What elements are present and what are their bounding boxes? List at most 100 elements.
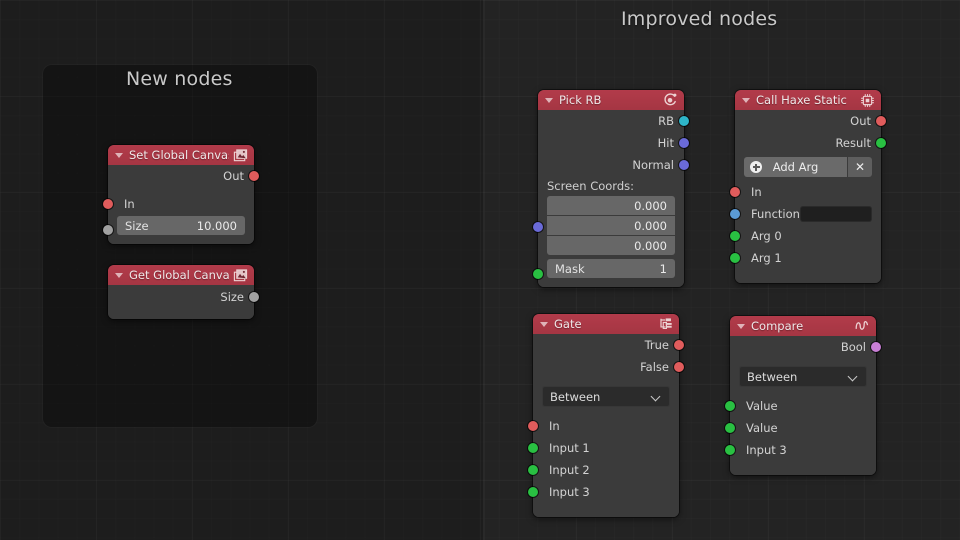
size-value-widget[interactable]: Size 10.000 bbox=[117, 216, 245, 235]
output-socket-normal[interactable] bbox=[679, 160, 689, 170]
add-arg-button[interactable]: Add Arg bbox=[744, 157, 847, 177]
vector-component-y[interactable]: 0.000 bbox=[547, 216, 675, 235]
collapse-triangle-icon[interactable] bbox=[115, 272, 123, 278]
mask-value-widget[interactable]: Mask 1 bbox=[547, 259, 675, 278]
socket-label: Out bbox=[223, 169, 244, 183]
node-header[interactable]: Set Global Canvas .. bbox=[108, 145, 254, 165]
node-body: Out In Size 10.000 bbox=[103, 165, 259, 244]
input-socket-input-1[interactable] bbox=[528, 443, 538, 453]
output-socket-rb[interactable] bbox=[679, 116, 689, 126]
output-socket-result[interactable] bbox=[876, 138, 886, 148]
collapse-triangle-icon[interactable] bbox=[115, 152, 123, 158]
node-header[interactable]: Get Global Canvas .. bbox=[108, 265, 254, 285]
socket-label: Size bbox=[220, 290, 244, 304]
output-socket-bool[interactable] bbox=[871, 342, 881, 352]
output-socket-row[interactable]: Bool bbox=[730, 336, 881, 358]
socket-label: Result bbox=[835, 136, 871, 150]
input-socket-row[interactable]: Value bbox=[725, 417, 876, 439]
new-nodes-group-frame bbox=[43, 65, 317, 427]
node-pick-rb[interactable]: Pick RB RB Hit Normal Screen Coords: 0.0… bbox=[533, 90, 689, 287]
collapse-triangle-icon[interactable] bbox=[742, 97, 750, 103]
output-socket-hit[interactable] bbox=[679, 138, 689, 148]
compare-operation-dropdown[interactable]: Between bbox=[739, 366, 867, 387]
collapse-triangle-icon[interactable] bbox=[540, 321, 548, 327]
node-compare[interactable]: Compare Bool Between Value Value Input 3 bbox=[725, 316, 881, 475]
add-arg-label: Add Arg bbox=[772, 160, 819, 174]
output-socket-false[interactable] bbox=[674, 362, 684, 372]
widget-value: 0.000 bbox=[634, 238, 667, 253]
input-socket-row[interactable]: In bbox=[103, 193, 254, 215]
node-body: Out Result Add Arg ✕ In Function Arg 0 A… bbox=[730, 110, 886, 283]
input-socket-in[interactable] bbox=[528, 421, 538, 431]
node-header[interactable]: Compare bbox=[730, 316, 876, 336]
widget-value: 1 bbox=[659, 261, 667, 276]
output-socket-size[interactable] bbox=[249, 292, 259, 302]
collapse-triangle-icon[interactable] bbox=[545, 97, 553, 103]
input-socket-in[interactable] bbox=[103, 199, 113, 209]
output-socket-row[interactable]: Normal bbox=[538, 154, 689, 176]
output-socket-row[interactable]: False bbox=[533, 356, 684, 378]
output-socket-row[interactable]: Out bbox=[108, 165, 259, 187]
output-socket-row[interactable]: Result bbox=[735, 132, 886, 154]
node-header[interactable]: Gate bbox=[533, 314, 679, 334]
input-socket-function[interactable] bbox=[730, 209, 740, 219]
input-socket-row[interactable]: In bbox=[730, 181, 881, 203]
socket-label: RB bbox=[658, 114, 674, 128]
input-socket-input-2[interactable] bbox=[528, 465, 538, 475]
output-socket-row[interactable]: Out bbox=[735, 110, 886, 132]
size-widget-wrap: Size 10.000 bbox=[103, 215, 254, 236]
input-socket-row[interactable]: Input 2 bbox=[528, 459, 679, 481]
vector-component-z[interactable]: 0.000 bbox=[547, 236, 675, 255]
output-socket-row[interactable]: True bbox=[533, 334, 684, 356]
node-title: Set Global Canvas .. bbox=[129, 148, 229, 162]
gate-operation-dropdown[interactable]: Between bbox=[542, 386, 670, 407]
input-socket-row[interactable]: In bbox=[528, 415, 679, 437]
output-socket-row[interactable]: RB bbox=[538, 110, 689, 132]
input-socket-value-2[interactable] bbox=[725, 423, 735, 433]
input-socket-mask[interactable] bbox=[533, 269, 543, 279]
input-socket-arg-1[interactable] bbox=[730, 253, 740, 263]
output-socket-true[interactable] bbox=[674, 340, 684, 350]
socket-label: Function bbox=[751, 207, 800, 221]
output-socket-row[interactable]: Size bbox=[108, 285, 259, 309]
node-call-haxe-static[interactable]: Call Haxe Static Out Result Add Arg ✕ In… bbox=[730, 90, 886, 283]
input-socket-in[interactable] bbox=[730, 187, 740, 197]
node-gate[interactable]: Gate True False Between In Input 1 Input… bbox=[528, 314, 684, 517]
output-socket-row[interactable]: Hit bbox=[538, 132, 689, 154]
output-socket-out[interactable] bbox=[249, 171, 259, 181]
widget-value: 0.000 bbox=[634, 198, 667, 213]
node-header[interactable]: Call Haxe Static bbox=[735, 90, 881, 110]
input-socket-input-3[interactable] bbox=[528, 487, 538, 497]
input-socket-screen-coords[interactable] bbox=[533, 222, 543, 232]
input-socket-row[interactable]: Value bbox=[725, 395, 876, 417]
function-input-row[interactable]: Function bbox=[730, 203, 881, 225]
add-arg-button-row: Add Arg ✕ bbox=[744, 157, 872, 177]
input-socket-row[interactable]: Input 3 bbox=[528, 481, 679, 503]
input-socket-row[interactable]: Input 1 bbox=[528, 437, 679, 459]
mask-widget-wrap: Mask 1 bbox=[533, 256, 684, 279]
input-socket-row[interactable]: Arg 1 bbox=[730, 247, 881, 269]
input-socket-arg-0[interactable] bbox=[730, 231, 740, 241]
image-icon bbox=[232, 147, 248, 163]
vector-component-x[interactable]: 0.000 bbox=[547, 196, 675, 215]
node-header[interactable]: Pick RB bbox=[538, 90, 684, 110]
socket-label: True bbox=[644, 338, 669, 352]
input-socket-value-1[interactable] bbox=[725, 401, 735, 411]
output-socket-out[interactable] bbox=[876, 116, 886, 126]
input-socket-size[interactable] bbox=[103, 225, 113, 235]
function-text-field[interactable] bbox=[799, 206, 872, 222]
node-set-global-canvas[interactable]: Set Global Canvas .. Out In bbox=[103, 145, 259, 244]
input-socket-row[interactable]: Input 3 bbox=[725, 439, 876, 461]
input-socket-input-3[interactable] bbox=[725, 445, 735, 455]
remove-arg-button[interactable]: ✕ bbox=[848, 157, 872, 177]
node-editor-canvas[interactable]: New nodes Improved nodes Set Global Canv… bbox=[0, 0, 960, 540]
node-title: Gate bbox=[554, 317, 582, 331]
image-icon bbox=[232, 267, 248, 283]
socket-label: False bbox=[640, 360, 669, 374]
node-get-global-canvas[interactable]: Get Global Canvas .. Size bbox=[108, 265, 259, 319]
collapse-triangle-icon[interactable] bbox=[737, 323, 745, 329]
input-socket-row[interactable]: Arg 0 bbox=[730, 225, 881, 247]
node-title: Pick RB bbox=[559, 93, 602, 107]
